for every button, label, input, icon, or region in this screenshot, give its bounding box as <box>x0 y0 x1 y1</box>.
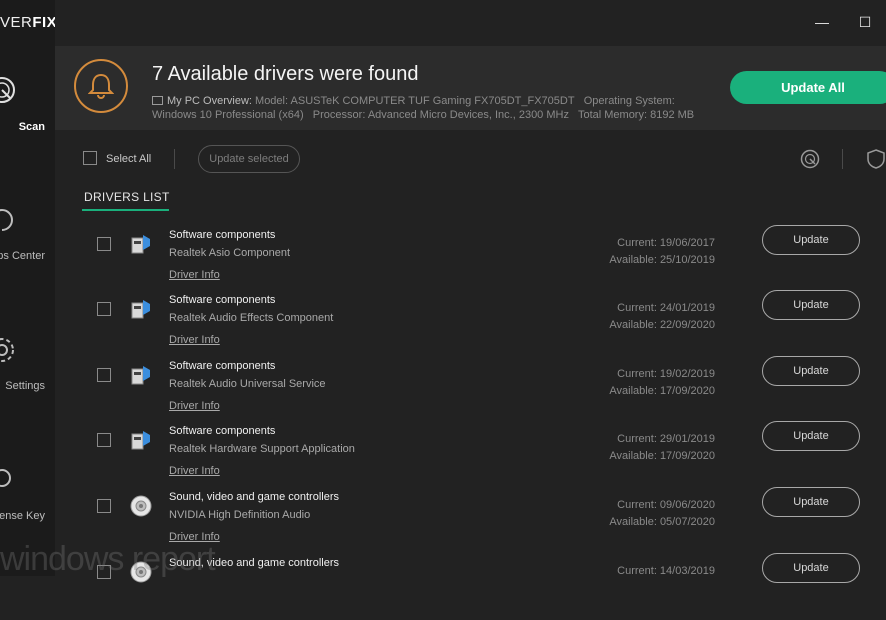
driver-name: NVIDIA High Definition Audio <box>169 509 311 521</box>
toolbar-divider <box>842 149 843 169</box>
driver-versions: Current: 19/02/2019 Available: 17/09/202… <box>585 366 715 400</box>
scan-icon <box>0 77 15 103</box>
current-date: Current: 19/06/2017 <box>617 237 715 249</box>
driver-info-link[interactable]: Driver Info <box>169 400 220 412</box>
software-component-icon <box>131 366 150 385</box>
driver-versions: Current: 19/06/2017 Available: 25/10/201… <box>585 235 715 269</box>
driver-checkbox[interactable] <box>97 433 111 447</box>
pc-overview: My PC Overview: Model: ASUSTeK COMPUTER … <box>152 95 695 121</box>
driver-category: Software components <box>169 360 276 372</box>
driver-category: Sound, video and game controllers <box>169 491 339 503</box>
driver-name: Realtek Audio Effects Component <box>169 312 334 324</box>
available-date: Available: 17/09/2020 <box>609 450 715 462</box>
available-date: Available: 22/09/2020 <box>609 319 715 331</box>
sidebar-item-label: License Key <box>0 510 45 522</box>
update-button[interactable]: Update <box>762 553 860 583</box>
driver-checkbox[interactable] <box>97 237 111 251</box>
driver-info-link[interactable]: Driver Info <box>169 465 220 477</box>
driver-name: Realtek Audio Universal Service <box>169 378 326 390</box>
driver-versions: Current: 14/03/2019 <box>585 563 715 580</box>
update-button[interactable]: Update <box>762 290 860 320</box>
driver-checkbox[interactable] <box>97 499 111 513</box>
sidebar-item-settings[interactable]: Settings <box>0 330 55 400</box>
driver-versions: Current: 09/06/2020 Available: 05/07/202… <box>585 497 715 531</box>
driver-row: Software components Realtek Audio Univer… <box>55 356 886 423</box>
speaker-icon <box>130 495 152 517</box>
available-date: Available: 05/07/2020 <box>609 516 715 528</box>
settings-gear-icon <box>0 338 14 362</box>
update-all-button[interactable]: Update All <box>730 71 886 104</box>
backups-icon <box>0 209 13 231</box>
update-button[interactable]: Update <box>762 356 860 386</box>
sidebar-item-label: Settings <box>5 380 45 392</box>
update-selected-button[interactable]: Update selected <box>198 145 300 173</box>
brand-logo: VERFIX <box>0 14 55 31</box>
current-date: Current: 14/03/2019 <box>617 565 715 577</box>
driver-category: Software components <box>169 229 276 241</box>
sidebar-item-backups[interactable]: Backups Center <box>0 200 55 270</box>
sidebar: VERFIX Scan Backups Center Settings Lice… <box>0 0 55 576</box>
select-all-checkbox[interactable] <box>83 151 97 165</box>
minimize-button[interactable]: — <box>810 10 834 34</box>
sidebar-item-label: Backups Center <box>0 250 45 262</box>
drivers-list-tab[interactable]: DRIVERS LIST <box>84 190 170 204</box>
pc-icon <box>152 96 163 105</box>
scan-result-banner: 7 Available drivers were found My PC Ove… <box>55 46 886 130</box>
maximize-button[interactable]: ☐ <box>853 10 877 34</box>
update-button[interactable]: Update <box>762 225 860 255</box>
driver-versions: Current: 29/01/2019 Available: 17/09/202… <box>585 431 715 465</box>
select-all-label: Select All <box>106 153 152 165</box>
sidebar-item-scan[interactable]: Scan <box>0 70 55 140</box>
software-component-icon <box>131 300 150 319</box>
software-component-icon <box>131 431 150 450</box>
sidebar-item-label: Scan <box>18 121 45 133</box>
driver-category: Software components <box>169 294 276 306</box>
driver-versions: Current: 24/01/2019 Available: 22/09/202… <box>585 300 715 334</box>
available-date: Available: 17/09/2020 <box>609 385 715 397</box>
bell-icon <box>88 73 114 99</box>
driver-row: Software components Realtek Audio Effect… <box>55 290 886 357</box>
shield-icon[interactable] <box>866 149 886 169</box>
title-bar: — ☐ <box>55 0 886 46</box>
update-button[interactable]: Update <box>762 421 860 451</box>
watermark: windows report <box>0 540 216 578</box>
current-date: Current: 19/02/2019 <box>617 368 715 380</box>
available-date: Available: 25/10/2019 <box>609 254 715 266</box>
driver-name: Realtek Hardware Support Application <box>169 443 355 455</box>
page-title: 7 Available drivers were found <box>152 63 419 85</box>
driver-category: Software components <box>169 425 276 437</box>
current-date: Current: 24/01/2019 <box>617 302 715 314</box>
driver-checkbox[interactable] <box>97 368 111 382</box>
scan-small-icon[interactable] <box>800 149 820 169</box>
sidebar-item-license-key[interactable]: License Key <box>0 460 55 530</box>
driver-name: Realtek Asio Component <box>169 247 291 259</box>
software-component-icon <box>131 235 150 254</box>
current-date: Current: 09/06/2020 <box>617 499 715 511</box>
driver-row: Software components Realtek Asio Compone… <box>55 225 886 292</box>
tab-underline <box>82 209 169 211</box>
toolbar-divider <box>174 149 175 169</box>
driver-info-link[interactable]: Driver Info <box>169 334 220 346</box>
key-icon <box>0 469 11 487</box>
update-button[interactable]: Update <box>762 487 860 517</box>
bell-badge <box>74 59 128 113</box>
driver-info-link[interactable]: Driver Info <box>169 269 220 281</box>
driver-checkbox[interactable] <box>97 302 111 316</box>
current-date: Current: 29/01/2019 <box>617 433 715 445</box>
driver-row: Software components Realtek Hardware Sup… <box>55 421 886 488</box>
